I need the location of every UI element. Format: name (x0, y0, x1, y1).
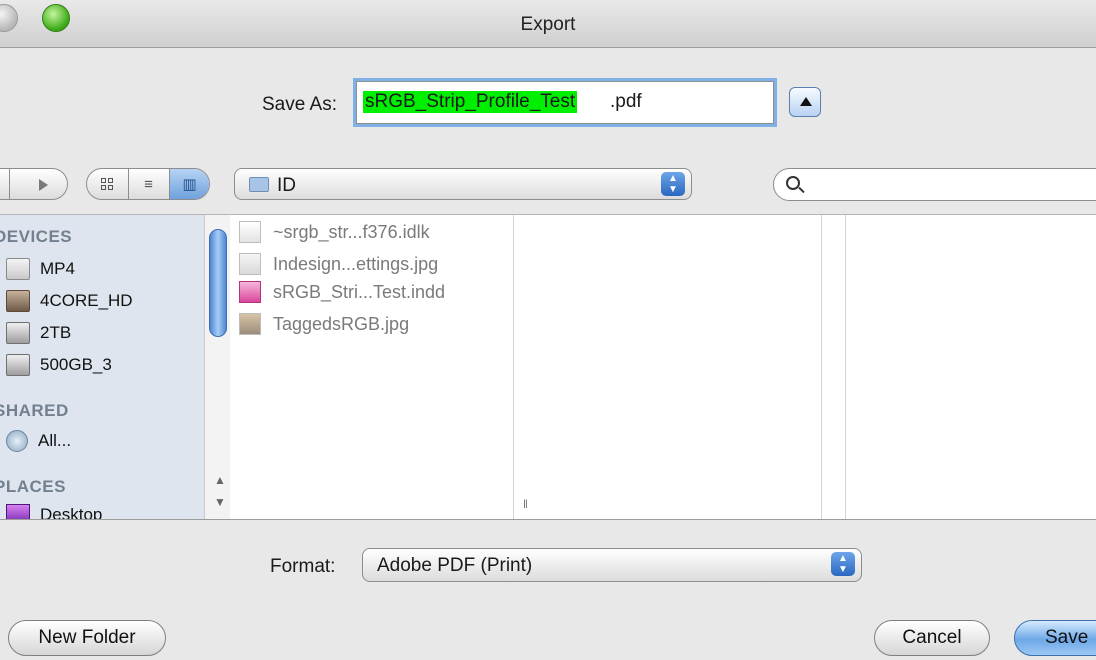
save-as-label: Save As: (262, 94, 337, 115)
file-column: ~srgb_str...f376.idlk Indesign...ettings… (231, 215, 514, 519)
network-icon (6, 430, 28, 452)
list-view-button[interactable]: ≡ (128, 169, 168, 199)
filename-selection: sRGB_Strip_Profile_Test (363, 91, 578, 113)
external-drive-icon (6, 354, 30, 376)
file-item[interactable]: TaggedsRGB.jpg (239, 309, 409, 339)
forward-arrow-icon[interactable] (39, 179, 48, 191)
file-item[interactable]: Indesign...ettings.jpg (239, 249, 438, 279)
search-field[interactable] (773, 168, 1096, 201)
new-folder-button[interactable]: New Folder (8, 620, 166, 656)
icon-view-icon (101, 178, 113, 190)
scroll-up-arrow-icon[interactable]: ▲ (214, 473, 226, 487)
drive-icon (6, 258, 30, 280)
file-name: TaggedsRGB.jpg (273, 313, 410, 334)
filename-extension: .pdf (610, 91, 642, 112)
sidebar-item-mp4[interactable]: MP4 (6, 255, 75, 283)
sidebar-heading-devices: DEVICES (0, 227, 73, 246)
sidebar-item-label: 2TB (40, 323, 72, 342)
sidebar-item-desktop[interactable]: Desktop (6, 501, 102, 519)
save-as-area: Save As: sRGB_Strip_Profile_Test .pdf (0, 48, 1096, 156)
format-value: Adobe PDF (Print) (377, 555, 533, 576)
file-name: sRGB_Stri...Test.indd (273, 281, 446, 302)
back-forward-control[interactable] (0, 168, 68, 200)
window-title: Export (520, 14, 576, 35)
lock-file-icon (239, 221, 261, 243)
collapse-dialog-button[interactable] (789, 87, 821, 117)
empty-column (846, 215, 1096, 519)
sidebar-item-500gb-3[interactable]: 500GB_3 (6, 351, 112, 379)
scroll-down-arrow-icon[interactable]: ▼ (214, 495, 226, 509)
file-browser: DEVICES MP4 4CORE_HD 2TB 500GB_3 SHARED … (0, 214, 1096, 520)
save-as-field[interactable]: sRGB_Strip_Profile_Test .pdf (356, 81, 774, 124)
hard-disk-icon (6, 290, 30, 312)
jpg-file-icon (239, 253, 261, 275)
sidebar-item-all[interactable]: All... (6, 427, 71, 455)
sidebar-item-label: Desktop (40, 505, 103, 519)
file-item[interactable]: ~srgb_str...f376.idlk (239, 217, 430, 247)
column-view-icon: ▥ (182, 176, 197, 193)
empty-column (514, 215, 822, 519)
folder-icon (249, 177, 269, 192)
back-forward-divider (9, 169, 10, 199)
cancel-button[interactable]: Cancel (874, 620, 990, 656)
file-item[interactable]: sRGB_Stri...Test.indd (239, 277, 445, 307)
sidebar-item-label: 4CORE_HD (40, 291, 133, 310)
browser-toolbar: ≡ ▥ ID ▲ ▼ (0, 156, 1096, 212)
image-file-icon (239, 313, 261, 335)
popup-arrows-icon: ▲ ▼ (831, 552, 855, 576)
location-label: ID (277, 175, 296, 196)
scrollbar-thumb[interactable] (209, 229, 227, 337)
search-icon (786, 176, 800, 190)
icon-view-button[interactable] (87, 169, 127, 199)
format-label: Format: (270, 556, 336, 577)
empty-column-narrow (822, 215, 846, 519)
column-resize-grip-icon[interactable]: ‖ (523, 497, 528, 511)
title-bar: Export (0, 0, 1096, 48)
sidebar-item-label: MP4 (40, 259, 75, 278)
save-button[interactable]: Save (1014, 620, 1096, 656)
sidebar-scrollbar[interactable]: ▲ ▼ (204, 215, 230, 519)
location-popup[interactable]: ID ▲ ▼ (234, 168, 692, 200)
list-view-icon: ≡ (144, 175, 153, 193)
sidebar-item-label: All... (38, 431, 72, 450)
indesign-file-icon (239, 281, 261, 303)
sidebar: DEVICES MP4 4CORE_HD 2TB 500GB_3 SHARED … (0, 215, 204, 519)
format-area: Format: Adobe PDF (Print) ▲ ▼ (0, 520, 1096, 600)
sidebar-item-2tb[interactable]: 2TB (6, 319, 71, 347)
column-view-button[interactable]: ▥ (169, 169, 209, 199)
popup-arrows-icon: ▲ ▼ (661, 172, 685, 196)
view-mode-control: ≡ ▥ (86, 168, 210, 200)
external-drive-icon (6, 322, 30, 344)
format-popup[interactable]: Adobe PDF (Print) ▲ ▼ (362, 548, 862, 582)
file-name: ~srgb_str...f376.idlk (273, 221, 430, 242)
sidebar-heading-shared: SHARED (0, 401, 69, 420)
file-name: Indesign...ettings.jpg (273, 253, 439, 274)
desktop-icon (6, 504, 30, 519)
sidebar-item-4core-hd[interactable]: 4CORE_HD (6, 287, 133, 315)
sidebar-heading-places: PLACES (0, 477, 66, 496)
sidebar-item-label: 500GB_3 (40, 355, 112, 374)
